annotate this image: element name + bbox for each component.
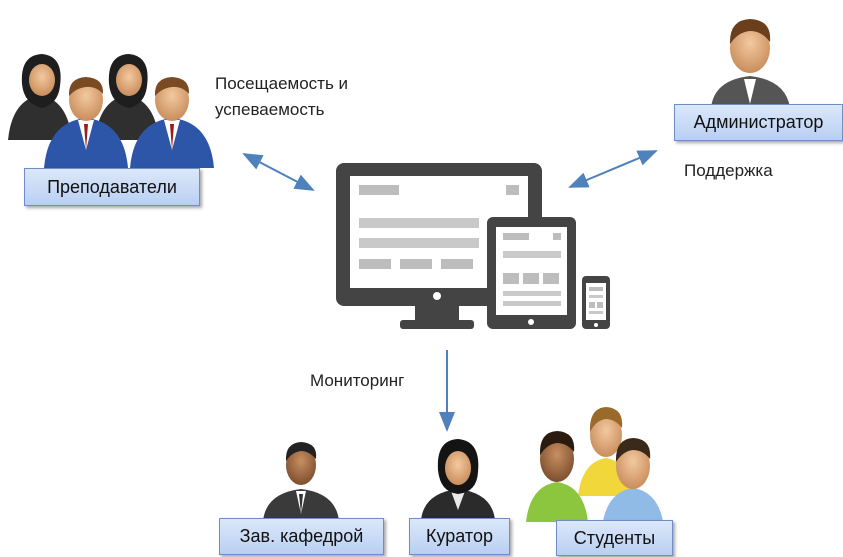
dept-head-label-box: Зав. кафедрой [219,518,384,555]
teachers-arrow [242,153,315,191]
administrator-icon [711,19,790,108]
students-label-box: Студенты [556,520,673,556]
support-caption: Поддержка [684,161,773,180]
dept-head-label: Зав. кафедрой [239,526,364,546]
teacher-group-icon [8,54,214,168]
admin-label-box: Администратор [674,104,843,141]
monitoring-caption: Мониторинг [310,371,405,390]
responsive-devices-icon [336,163,610,329]
curator-label-box: Куратор [409,518,510,555]
department-head-icon [263,442,339,521]
admin-arrow [568,150,658,188]
students-group-icon [526,407,664,528]
teachers-label-box: Преподаватели [24,168,200,206]
attendance-caption: Посещаемость и успеваемость [215,71,348,123]
admin-label: Администратор [693,112,824,132]
curator-label: Куратор [426,526,493,546]
curator-icon [421,439,495,520]
diagram-canvas [8,19,790,528]
students-label: Студенты [573,527,656,548]
teachers-label: Преподаватели [47,176,177,197]
attendance-caption-line1: Посещаемость и [215,74,349,93]
attendance-caption-line2: успеваемость [215,100,325,119]
